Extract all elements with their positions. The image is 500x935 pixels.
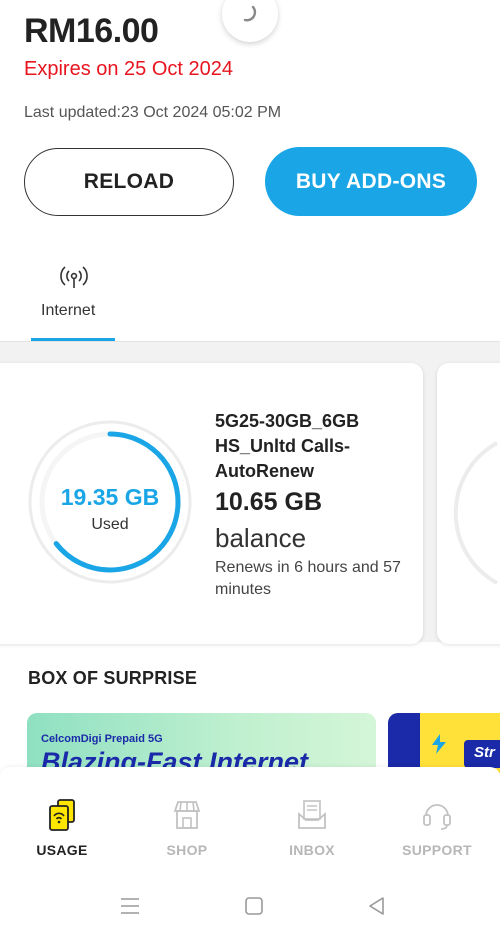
renewal-info: Renews in 6 hours and 57 minutes (215, 559, 401, 598)
next-card-ring (453, 441, 498, 585)
sim-card-icon (49, 799, 75, 831)
data-balance-value: 10.65 GB (215, 488, 323, 516)
store-icon (173, 801, 201, 829)
buy-add-ons-button[interactable]: BUY ADD-ONS (265, 147, 477, 216)
tab-internet[interactable]: Internet (31, 258, 115, 342)
promo-tag: Str (464, 740, 500, 768)
data-used-label: Used (91, 516, 129, 533)
promo-banner[interactable]: CelcomDigi Prepaid 5G Blazing-Fast Inter… (27, 713, 376, 773)
section-title-promos: BOX OF SURPRISE (28, 668, 198, 688)
last-updated: Last updated:23 Oct 2024 05:02 PM (24, 104, 282, 121)
nav-shop[interactable]: SHOP (132, 767, 242, 867)
system-nav-bar (0, 877, 500, 935)
plan-name: 5G25-30GB_6GB HS_Unltd Calls-AutoRenew (215, 411, 360, 481)
nav-label: SUPPORT (402, 842, 472, 858)
expiry-date: Expires on 25 Oct 2024 (24, 58, 234, 80)
refresh-spinner (222, 0, 278, 42)
antenna-icon (60, 266, 88, 288)
data-balance-label: balance (215, 523, 307, 553)
nav-label: SHOP (166, 842, 208, 858)
lightning-icon (432, 734, 446, 754)
next-usage-card[interactable] (437, 363, 500, 644)
data-used-value: 19.35 GB (60, 484, 160, 510)
nav-inbox[interactable]: INBOX (257, 767, 367, 867)
headset-icon (423, 804, 451, 830)
home-icon[interactable] (243, 895, 265, 917)
credit-balance: RM16.00 (24, 12, 159, 50)
tab-label: Internet (41, 302, 96, 319)
nav-support[interactable]: SUPPORT (382, 767, 492, 867)
promo-brand: CelcomDigi Prepaid 5G (41, 733, 163, 745)
loading-icon (243, 5, 257, 22)
promo-banner-2[interactable]: Str (388, 713, 500, 773)
back-icon[interactable] (366, 895, 388, 917)
inbox-icon (298, 800, 326, 829)
menu-icon[interactable] (119, 895, 141, 917)
nav-label: USAGE (36, 842, 88, 858)
reload-button[interactable]: RELOAD (24, 148, 234, 216)
bottom-nav: USAGE SHOP INBOX SUPPORT (0, 767, 500, 877)
promo-stripe (388, 713, 420, 773)
nav-usage[interactable]: USAGE (7, 767, 117, 867)
nav-label: INBOX (289, 842, 335, 858)
